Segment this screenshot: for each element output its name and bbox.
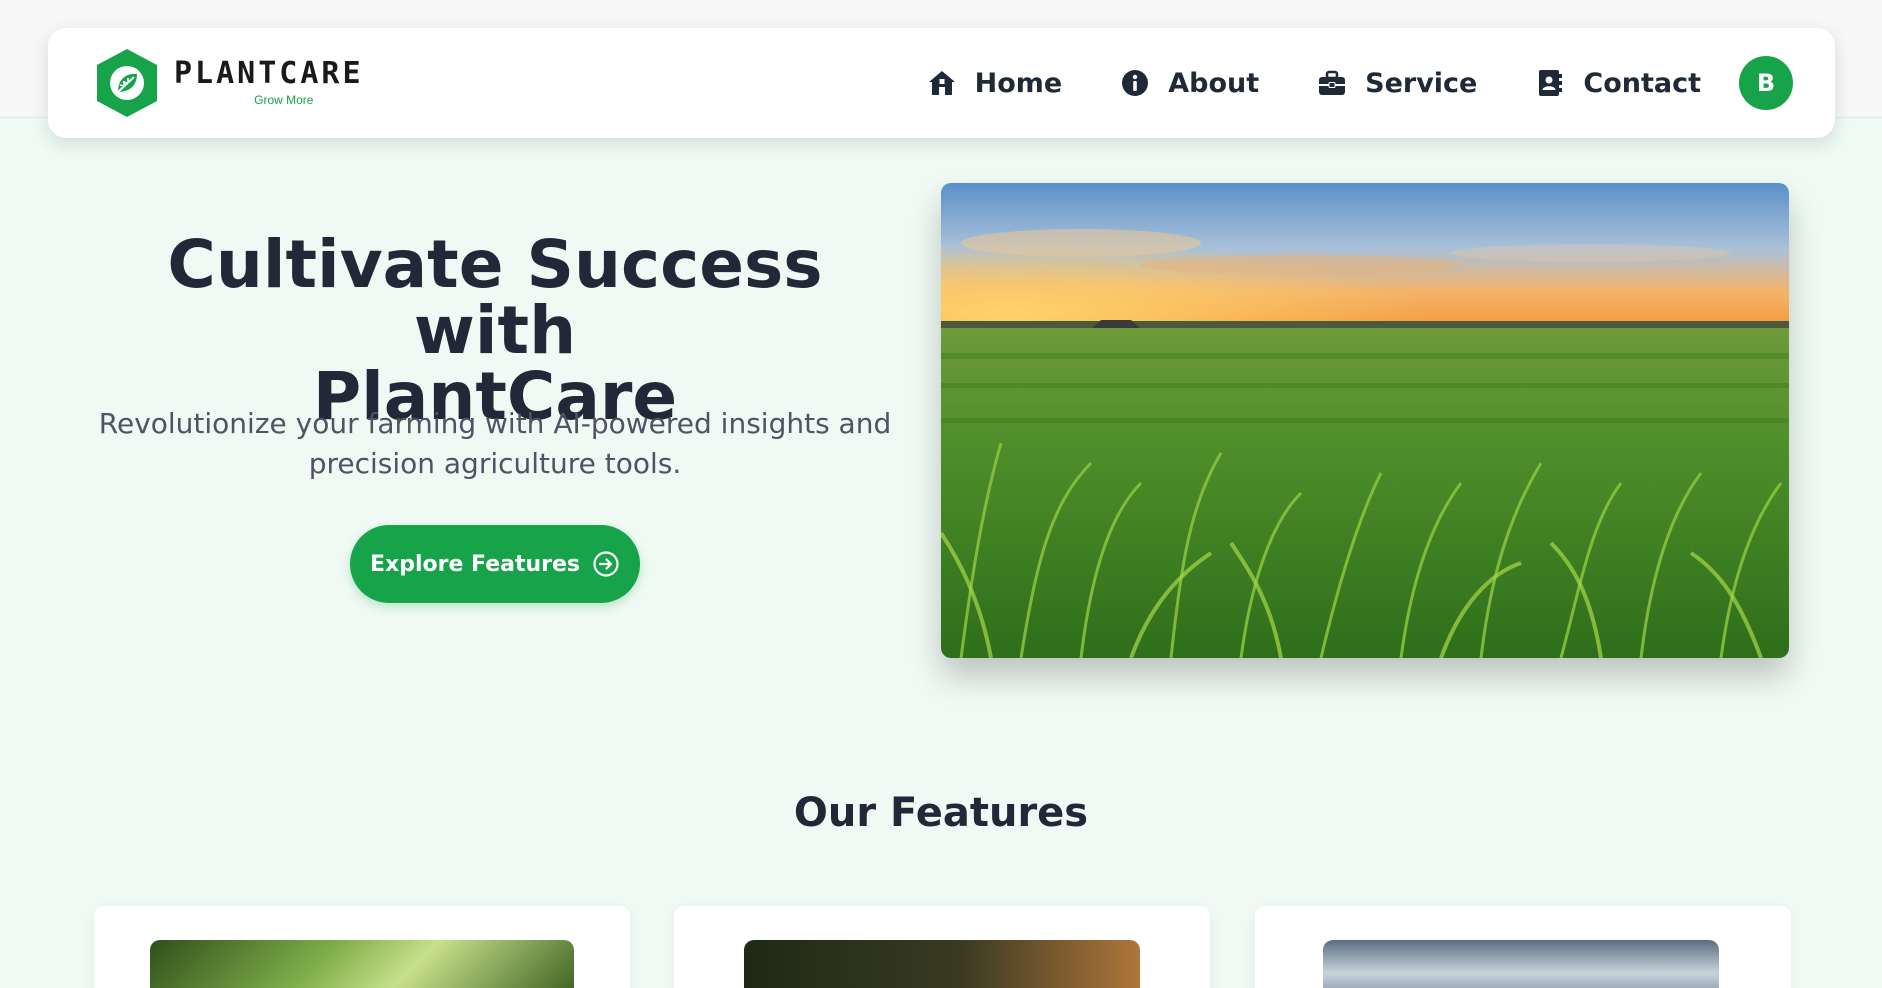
cornfield-sunset-photo [941,183,1789,658]
briefcase-icon [1319,70,1346,95]
brand-name: PLANTCARE [174,56,364,91]
cloudy-sky-photo [1323,940,1719,988]
hero-title: Cultivate Success with PlantCare [90,232,900,430]
nav-item-label: Contact [1583,67,1701,99]
navbar: PLANTCARE Grow More Home About Service C… [48,28,1835,138]
feature-card[interactable] [94,906,630,988]
nav-item-service[interactable]: Service [1317,68,1477,99]
logo[interactable]: PLANTCARE Grow More [94,47,364,119]
hero-subtitle: Revolutionize your farming with AI-power… [80,404,910,484]
contact-book-icon [1539,70,1563,96]
hero-subtitle-line: Revolutionize your farming with AI-power… [98,407,892,440]
dark-soil-photo [744,940,1140,988]
explore-features-label: Explore Features [370,551,580,577]
nav-item-about[interactable]: About [1120,68,1259,99]
nav-item-label: About [1168,67,1260,99]
hero-subtitle-line: precision agriculture tools. [308,447,682,480]
nav-item-label: Home [974,67,1063,99]
nav-item-label: Service [1365,67,1478,99]
hero-title-line: Cultivate Success with [167,226,823,369]
arrow-circle-right-icon [593,551,619,577]
info-icon [1122,70,1149,96]
features-heading: Our Features [793,790,1089,836]
leaves-photo [150,940,574,988]
nav-item-home[interactable]: Home [927,67,1063,99]
explore-features-button[interactable]: Explore Features [350,525,640,603]
feature-card[interactable] [674,906,1210,988]
brand-tagline: Grow More [254,93,314,107]
nav-item-contact[interactable]: Contact [1535,68,1701,99]
feature-card[interactable] [1255,906,1791,988]
home-icon [928,71,955,95]
user-avatar[interactable]: B [1739,56,1793,110]
leaf-hexagon-logo-icon [97,49,157,117]
nav-links: Home About Service Contact [927,68,1701,99]
